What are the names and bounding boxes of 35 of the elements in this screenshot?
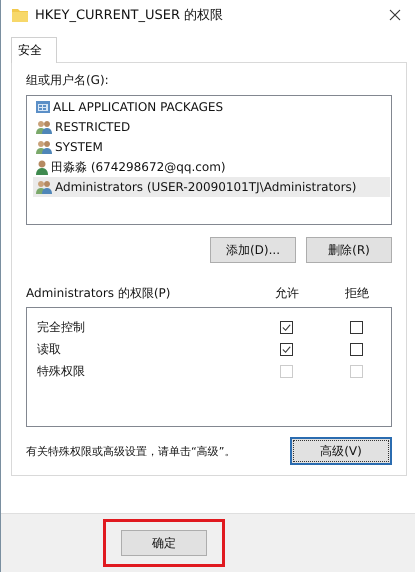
permission-name: 读取 [37,340,62,358]
advanced-button[interactable]: 高级(V) [290,437,392,465]
tab[interactable]: 安全 [11,37,57,63]
group-list-item[interactable]: Administrators (USER-20090101TJ\Administrators) [33,177,390,197]
group-list-item[interactable]: 田淼淼 (674298672@qq.com) [33,157,385,177]
group-list-item[interactable]: RESTRICTED [33,117,385,137]
users-icon [35,119,53,135]
permission-name: 完全控制 [37,318,86,336]
checkbox[interactable] [350,342,362,356]
column-header: 拒绝 [344,285,370,302]
checkbox[interactable] [280,342,292,356]
permission-name: 特殊权限 [37,362,86,380]
permissions-label: Administrators 的权限(P) [26,285,172,302]
group-list-item[interactable]: SYSTEM [33,137,385,157]
group-list-item[interactable]: ALL APPLICATION PACKAGES [33,97,385,117]
window-title: HKEY_CURRENT_USER 的权限 [35,7,224,24]
folder-icon [12,8,28,22]
package-icon [35,99,51,115]
ok-button[interactable]: 确定 [121,530,207,556]
group-action-button[interactable]: 删除(R) [306,237,392,263]
checkbox[interactable] [280,320,292,334]
group-name: SYSTEM [55,140,103,154]
group-name: RESTRICTED [55,120,130,134]
users-icon [35,139,53,155]
close-icon[interactable] [389,9,401,21]
column-header: 允许 [274,285,300,302]
users-icon [35,179,53,195]
group-name: ALL APPLICATION PACKAGES [53,100,224,114]
group-name: 田淼淼 (674298672@qq.com) [51,158,226,176]
group-list-label: 组或用户名(G): [26,72,110,89]
advanced-hint: 有关特殊权限或高级设置，请单击“高级”。 [26,444,236,458]
checkbox[interactable] [350,320,362,334]
group-name: Administrators (USER-20090101TJ\Administrators) [55,180,356,194]
user-icon [35,159,49,175]
group-action-button[interactable]: 添加(D)... [210,237,296,263]
